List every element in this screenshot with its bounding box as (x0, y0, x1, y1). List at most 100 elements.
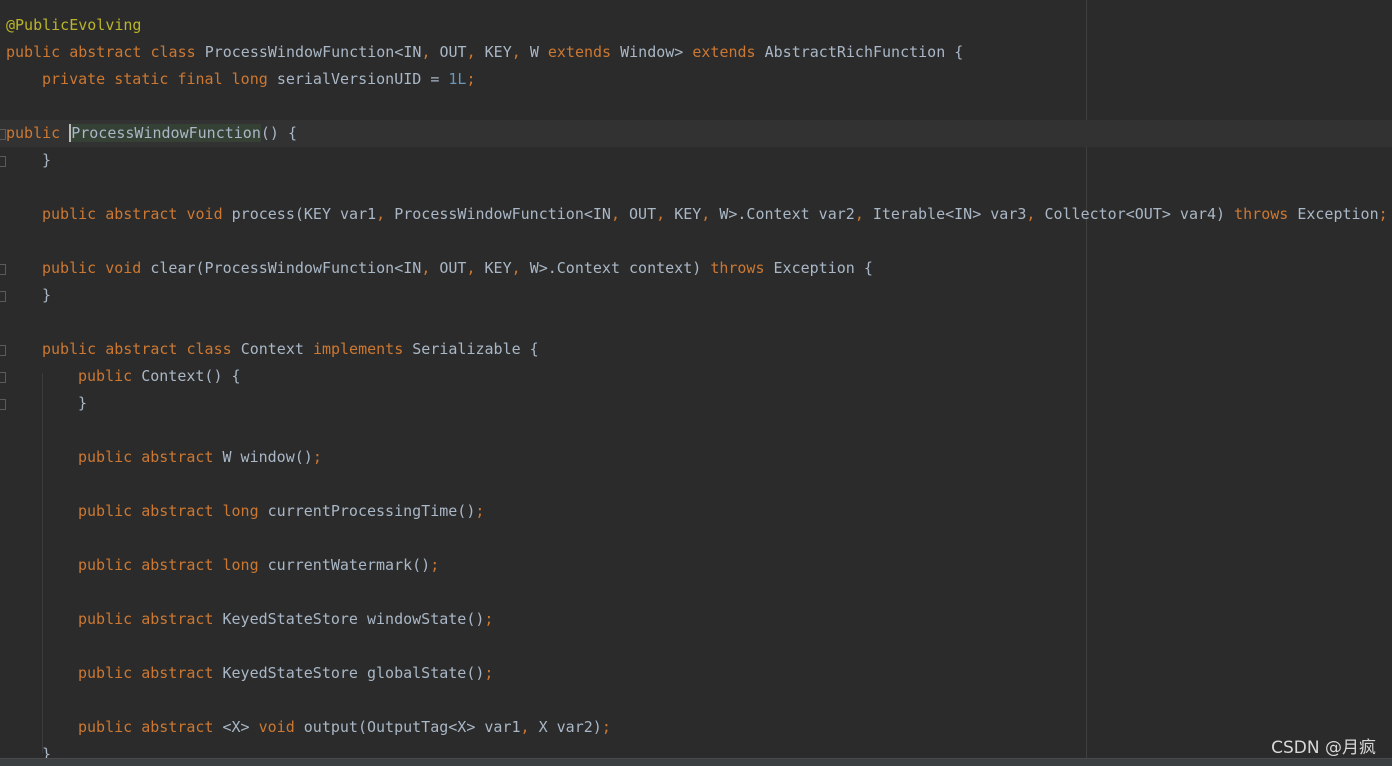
code-line[interactable]: public abstract class Context implements… (6, 336, 1392, 363)
code-token: public (6, 124, 70, 142)
code-token: extends (547, 43, 621, 61)
code-token: <X> (222, 718, 259, 736)
fold-marker-icon[interactable] (0, 372, 6, 383)
code-token: } (42, 151, 52, 169)
code-token: public abstract void (42, 205, 232, 223)
code-token: throws (710, 259, 774, 277)
code-token: public abstract (78, 664, 223, 682)
code-token: Exception (1297, 205, 1379, 223)
code-line[interactable] (6, 633, 1392, 660)
code-line[interactable]: } (6, 282, 1392, 309)
code-line[interactable] (6, 93, 1392, 120)
code-line[interactable] (6, 417, 1392, 444)
code-token: , (610, 205, 630, 223)
code-token: @PublicEvolving (6, 16, 142, 34)
code-line[interactable]: public abstract W window(); (6, 444, 1392, 471)
code-token: output(OutputTag<X> var1 (303, 718, 521, 736)
code-line[interactable] (6, 471, 1392, 498)
fold-marker-icon[interactable] (0, 399, 6, 410)
code-token: , (466, 43, 485, 61)
code-token: ; (475, 502, 485, 520)
code-token: public abstract (78, 610, 223, 628)
code-token: , (421, 259, 440, 277)
code-line[interactable]: public abstract <X> void output(OutputTa… (6, 714, 1392, 741)
code-token: } (78, 394, 88, 412)
code-token: void (258, 718, 304, 736)
code-token: ; (466, 70, 476, 88)
code-token: W>.Context context) (529, 259, 711, 277)
code-line[interactable]: public Context() { (6, 363, 1392, 390)
horizontal-scrollbar[interactable] (0, 758, 1392, 766)
code-line[interactable]: public abstract KeyedStateStore windowSt… (6, 606, 1392, 633)
code-line[interactable] (6, 228, 1392, 255)
code-line[interactable] (6, 525, 1392, 552)
code-line[interactable] (6, 309, 1392, 336)
code-line[interactable]: } (6, 147, 1392, 174)
code-token: , (511, 259, 530, 277)
code-line[interactable]: public abstract void process(KEY var1, P… (6, 201, 1392, 228)
code-token: } (42, 286, 52, 304)
fold-marker-icon[interactable] (0, 129, 6, 140)
code-token: public abstract (78, 448, 223, 466)
code-token: , (421, 43, 440, 61)
code-token: ProcessWindowFunction<IN (204, 43, 422, 61)
code-line[interactable]: } (6, 390, 1392, 417)
code-token: ; (430, 556, 440, 574)
code-editor[interactable]: @PublicEvolving public abstract class Pro… (0, 0, 1392, 766)
code-token: , (511, 43, 530, 61)
code-token: () { (260, 124, 297, 142)
code-token: Iterable<IN> var3 (872, 205, 1027, 223)
fold-marker-icon[interactable] (0, 156, 6, 167)
code-token: KeyedStateStore globalState() (222, 664, 485, 682)
code-line[interactable]: public ProcessWindowFunction() { (0, 120, 1392, 147)
code-token: , (854, 205, 873, 223)
code-token: Context() { (141, 367, 241, 385)
code-token: public abstract long (78, 556, 268, 574)
code-token: process(KEY var1 (231, 205, 377, 223)
code-token: clear(ProcessWindowFunction<IN (150, 259, 422, 277)
code-token: OUT (629, 205, 657, 223)
code-line[interactable] (6, 579, 1392, 606)
code-token: KEY (674, 205, 702, 223)
fold-marker-icon[interactable] (0, 345, 6, 356)
code-token: , (520, 718, 539, 736)
code-token: public (78, 367, 142, 385)
code-token: Collector<OUT> var4) (1044, 205, 1235, 223)
code-token: public abstract class (42, 340, 241, 358)
code-token: , (701, 205, 720, 223)
code-line[interactable]: public abstract KeyedStateStore globalSt… (6, 660, 1392, 687)
code-line[interactable]: @PublicEvolving (6, 12, 1392, 39)
code-token: ; (312, 448, 322, 466)
code-token: W>.Context var2 (719, 205, 855, 223)
code-token: currentWatermark() (267, 556, 431, 574)
code-line[interactable]: private static final long serialVersionU… (6, 66, 1392, 93)
code-token: AbstractRichFunction { (764, 43, 964, 61)
code-line[interactable]: public abstract long currentProcessingTi… (6, 498, 1392, 525)
code-token: ; (484, 610, 494, 628)
code-token: ProcessWindowFunction<IN (394, 205, 611, 223)
code-token: serialVersionUID = (276, 70, 449, 88)
code-token: OUT (439, 43, 467, 61)
code-token: , (466, 259, 485, 277)
code-token: ; (601, 718, 611, 736)
fold-marker-icon[interactable] (0, 291, 6, 302)
code-token: public abstract class (6, 43, 205, 61)
code-lines[interactable]: @PublicEvolving public abstract class Pro… (0, 12, 1392, 766)
code-line[interactable]: public void clear(ProcessWindowFunction<… (6, 255, 1392, 282)
highlighted-identifier: ProcessWindowFunction (69, 124, 261, 142)
fold-marker-icon[interactable] (0, 264, 6, 275)
code-token: KEY (484, 259, 512, 277)
code-token: throws (1234, 205, 1298, 223)
code-token: W (529, 43, 548, 61)
code-token: currentProcessingTime() (267, 502, 476, 520)
code-line[interactable] (6, 687, 1392, 714)
code-token: W window() (222, 448, 313, 466)
code-token: implements (312, 340, 413, 358)
code-line[interactable]: public abstract class ProcessWindowFunct… (6, 39, 1392, 66)
code-token: ; (484, 664, 494, 682)
code-token: , (656, 205, 675, 223)
code-token: public void (42, 259, 151, 277)
code-line[interactable]: public abstract long currentWatermark(); (6, 552, 1392, 579)
code-line[interactable] (6, 174, 1392, 201)
code-token: KeyedStateStore windowState() (222, 610, 485, 628)
